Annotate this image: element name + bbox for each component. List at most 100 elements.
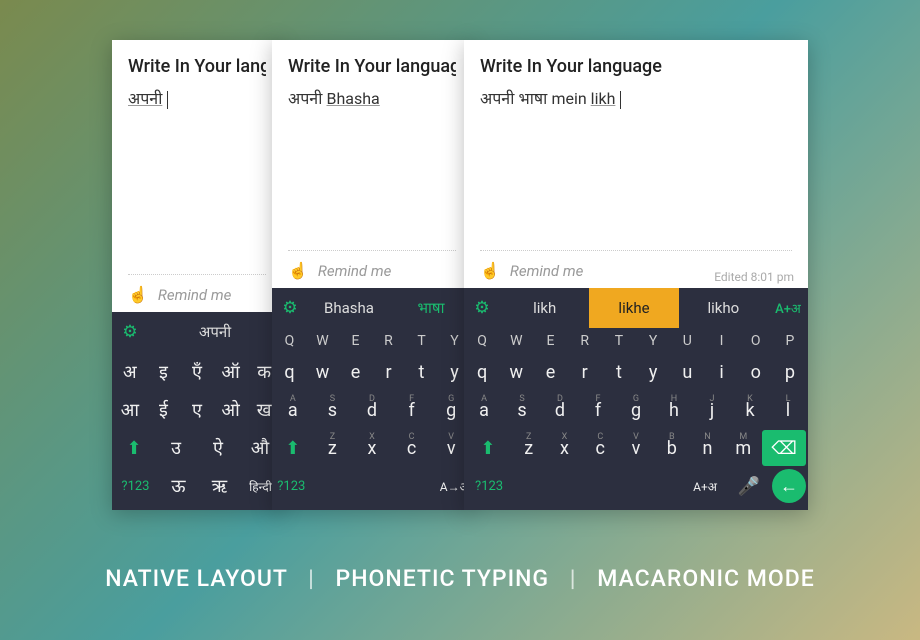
- letter-key[interactable]: e: [534, 354, 566, 390]
- letter-key[interactable]: Xx: [548, 430, 582, 466]
- letter-key-small[interactable]: Y: [637, 330, 669, 352]
- letter-key[interactable]: Hh: [656, 392, 692, 428]
- letter-key-small[interactable]: E: [340, 330, 371, 352]
- letter-key[interactable]: o: [740, 354, 772, 390]
- suggestion-1[interactable]: likh: [500, 288, 589, 328]
- gear-icon[interactable]: ⚙: [112, 312, 148, 352]
- letter-key[interactable]: Aa: [274, 392, 312, 428]
- letter-key[interactable]: Zz: [314, 430, 352, 466]
- letter-key[interactable]: Ss: [314, 392, 352, 428]
- letter-key[interactable]: इ: [148, 354, 180, 390]
- letter-key-small[interactable]: W: [500, 330, 532, 352]
- letter-key[interactable]: r: [373, 354, 404, 390]
- letter-key[interactable]: Cc: [583, 430, 617, 466]
- shift-key[interactable]: ⬆: [274, 430, 312, 466]
- letter-key[interactable]: ऐ: [198, 430, 238, 466]
- letter-key[interactable]: w: [307, 354, 338, 390]
- space-key[interactable]: [514, 468, 682, 504]
- remind-row[interactable]: ☝ Remind me: [288, 250, 456, 280]
- number-key[interactable]: ?123: [114, 468, 157, 504]
- letter-key[interactable]: r: [569, 354, 601, 390]
- letter-key[interactable]: Dd: [353, 392, 391, 428]
- letter-key[interactable]: ए: [181, 392, 213, 428]
- letter-key[interactable]: Kk: [732, 392, 768, 428]
- letter-key[interactable]: Ll: [770, 392, 806, 428]
- letter-key-small[interactable]: Q: [466, 330, 498, 352]
- letter-key-small[interactable]: W: [307, 330, 338, 352]
- letter-key[interactable]: Ss: [504, 392, 540, 428]
- row3: ⬆ Zz Xx Cc Vv Bb Nn Mm ⌫: [466, 430, 806, 466]
- shift-key[interactable]: ⬆: [466, 430, 510, 466]
- screen-macaronic: Write In Your language अपनी भाषा mein li…: [464, 40, 808, 510]
- suggestion-1[interactable]: Bhasha: [308, 288, 390, 328]
- letter-key[interactable]: उ: [156, 430, 196, 466]
- letter-key[interactable]: w: [500, 354, 532, 390]
- letter-key[interactable]: ऋ: [200, 468, 239, 504]
- enter-key[interactable]: ←: [772, 469, 806, 503]
- letter-key[interactable]: i: [705, 354, 737, 390]
- note-title[interactable]: Write In Your language: [128, 56, 266, 77]
- number-key[interactable]: ?123: [466, 468, 512, 504]
- finger-icon: ☝: [128, 285, 148, 304]
- suggestion-2[interactable]: likhe: [589, 288, 678, 328]
- backspace-key[interactable]: ⌫: [762, 430, 806, 466]
- suggestion-2[interactable]: भाषा: [390, 288, 472, 328]
- letter-key[interactable]: Mm: [726, 430, 760, 466]
- letter-key[interactable]: Bb: [655, 430, 689, 466]
- letter-key[interactable]: t: [406, 354, 437, 390]
- letter-key[interactable]: Dd: [542, 392, 578, 428]
- letter-key[interactable]: एँ: [181, 354, 213, 390]
- gear-icon[interactable]: ⚙: [272, 288, 308, 328]
- note-body[interactable]: अपनी Bhasha: [288, 89, 456, 111]
- letter-key[interactable]: अ: [114, 354, 146, 390]
- key-rows: अइएँऑक आईएओख ⬆ उ ऐ औ ?123 ऊ ऋ हिन्दी: [112, 352, 282, 510]
- mode-key[interactable]: A+अ: [684, 468, 726, 504]
- letter-key[interactable]: ऊ: [159, 468, 198, 504]
- space-key[interactable]: [311, 468, 437, 504]
- letter-key[interactable]: आ: [114, 392, 146, 428]
- suggestion-3[interactable]: likho: [679, 288, 768, 328]
- letter-key[interactable]: ओ: [215, 392, 247, 428]
- letter-key[interactable]: Xx: [353, 430, 391, 466]
- letter-key[interactable]: e: [340, 354, 371, 390]
- number-key[interactable]: ?123: [274, 468, 309, 504]
- letter-key[interactable]: y: [637, 354, 669, 390]
- letter-key[interactable]: Zz: [512, 430, 546, 466]
- lang-badge[interactable]: A+अ: [768, 288, 808, 328]
- letter-key[interactable]: ई: [148, 392, 180, 428]
- caption-native: NATIVE LAYOUT: [105, 565, 287, 592]
- letter-key-small[interactable]: P: [774, 330, 806, 352]
- letter-key-small[interactable]: R: [373, 330, 404, 352]
- letter-key[interactable]: q: [466, 354, 498, 390]
- suggestion-1[interactable]: अपनी: [148, 312, 282, 352]
- letter-key[interactable]: p: [774, 354, 806, 390]
- letter-key[interactable]: Cc: [393, 430, 431, 466]
- letter-key[interactable]: Gg: [618, 392, 654, 428]
- letter-key-small[interactable]: T: [406, 330, 437, 352]
- note-title[interactable]: Write In Your language: [480, 56, 792, 77]
- remind-row[interactable]: ☝ Remind me: [128, 274, 266, 304]
- letter-key[interactable]: Ff: [580, 392, 616, 428]
- letter-key[interactable]: Aa: [466, 392, 502, 428]
- letter-key[interactable]: ऑ: [215, 354, 247, 390]
- letter-key-small[interactable]: O: [740, 330, 772, 352]
- letter-key[interactable]: Nn: [691, 430, 725, 466]
- letter-key[interactable]: q: [274, 354, 305, 390]
- letter-key[interactable]: u: [671, 354, 703, 390]
- mic-icon[interactable]: 🎤: [728, 468, 770, 504]
- letter-key[interactable]: Jj: [694, 392, 730, 428]
- letter-key-small[interactable]: I: [705, 330, 737, 352]
- letter-key-small[interactable]: U: [671, 330, 703, 352]
- note-body[interactable]: अपनी: [128, 89, 266, 111]
- gear-icon[interactable]: ⚙: [464, 288, 500, 328]
- note-title[interactable]: Write In Your language: [288, 56, 456, 77]
- letter-key-small[interactable]: R: [569, 330, 601, 352]
- note-body[interactable]: अपनी भाषा mein likh: [480, 89, 792, 111]
- letter-key[interactable]: Ff: [393, 392, 431, 428]
- letter-key-small[interactable]: E: [534, 330, 566, 352]
- letter-key[interactable]: Vv: [619, 430, 653, 466]
- letter-key[interactable]: t: [603, 354, 635, 390]
- letter-key-small[interactable]: T: [603, 330, 635, 352]
- shift-key[interactable]: ⬆: [114, 430, 154, 466]
- letter-key-small[interactable]: Q: [274, 330, 305, 352]
